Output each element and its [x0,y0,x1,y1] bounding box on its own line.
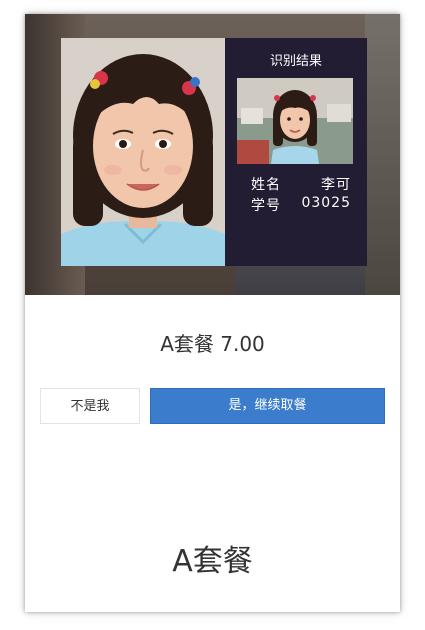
matched-student-photo [237,78,353,164]
name-value: 李可 [321,177,351,193]
confirm-pickup-button[interactable]: 是，继续取餐 [150,388,385,424]
student-id-value: 03025 [301,195,351,211]
camera-preview: 识别结果 姓名 李可 学号 03025 [25,14,400,295]
kiosk-screen: 识别结果 姓名 李可 学号 03025 A套餐 7.00 不是我 是，继续取餐 … [25,14,400,612]
result-title: 识别结果 [269,54,322,69]
recognition-result-panel: 识别结果 姓名 李可 学号 03025 [225,38,367,266]
camera-background-right [365,14,400,295]
not-me-button[interactable]: 不是我 [40,388,140,424]
student-id-label: 学号 [251,198,281,214]
meal-price: A套餐 7.00 [160,332,265,356]
name-label: 姓名 [251,177,281,193]
captured-face-photo [61,38,225,266]
meal-name-display: A套餐 [172,544,253,579]
